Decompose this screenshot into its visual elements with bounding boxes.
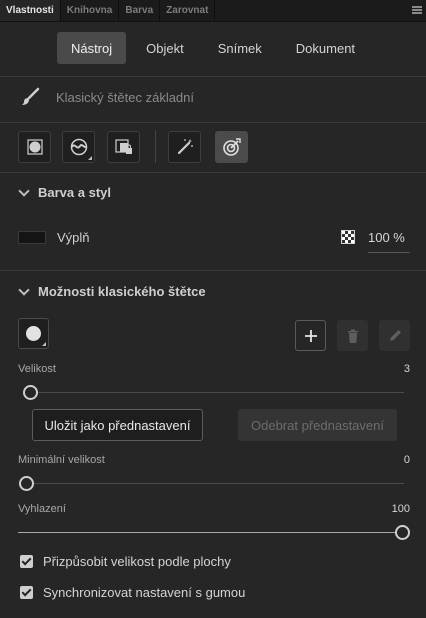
min-size-label: Minimální velikost (18, 454, 105, 466)
divider (0, 270, 426, 271)
magic-wand-icon (177, 139, 193, 155)
sync-eraser-checkbox[interactable] (20, 586, 33, 599)
tab-document[interactable]: Dokument (282, 32, 369, 64)
tool-info: Klasický štětec základní (20, 84, 194, 110)
min-size-slider-track[interactable] (24, 483, 404, 484)
sync-eraser-checkbox-row[interactable]: Synchronizovat nastavení s gumou (20, 585, 245, 600)
smoothing-slider-track[interactable] (18, 532, 398, 533)
lock-fill-icon (114, 139, 132, 154)
fill-color-swatch[interactable] (18, 231, 46, 244)
tab-tool[interactable]: Nástroj (56, 32, 127, 64)
tab-frame[interactable]: Snímek (204, 32, 276, 64)
fit-size-checkbox[interactable] (20, 555, 33, 568)
brush-icon (22, 87, 40, 105)
fill-label: Výplň (57, 230, 90, 245)
object-drawing-mode-button[interactable] (18, 131, 51, 163)
fit-size-label: Přizpůsobit velikost podle plochy (43, 554, 231, 569)
divider (0, 122, 426, 123)
toolbar-divider (155, 130, 156, 163)
pressure-target-icon (222, 138, 241, 156)
tool-name: Klasický štětec základní (56, 89, 195, 105)
size-slider-track[interactable] (24, 392, 404, 393)
chevron-down-icon (18, 283, 30, 296)
panel-menu-icon[interactable] (412, 6, 422, 16)
alpha-checker-icon (341, 230, 355, 244)
min-size-value[interactable]: 0 (404, 454, 410, 466)
section-header-color[interactable]: Barva a styl (18, 184, 111, 200)
divider (0, 172, 426, 173)
smoothing-mode-icon (70, 138, 87, 156)
panel-tab-strip: Vlastnosti Knihovna Barva Zarovnat (0, 0, 426, 22)
save-preset-button[interactable]: Uložit jako přednastavení (32, 409, 203, 441)
panel-tab-properties[interactable]: Vlastnosti (0, 0, 61, 21)
sync-eraser-label: Synchronizovat nastavení s gumou (43, 585, 246, 600)
plus-icon (304, 329, 317, 342)
pressure-button[interactable] (215, 131, 248, 163)
magic-wand-button[interactable] (168, 131, 201, 163)
smoothing-slider-knob[interactable] (395, 525, 410, 540)
size-label: Velikost (18, 363, 56, 375)
chevron-down-icon (18, 184, 30, 197)
main-tabs: Nástroj Objekt Snímek Dokument (0, 32, 426, 64)
panel-tab-library[interactable]: Knihovna (61, 0, 120, 21)
lock-fill-button[interactable] (107, 131, 140, 163)
trash-icon (347, 329, 358, 343)
section-header-brush-options[interactable]: Možnosti klasického štětce (18, 283, 206, 299)
opacity-field[interactable]: 100 % (368, 230, 410, 253)
edit-brush-button[interactable] (379, 320, 410, 351)
section-title: Možnosti klasického štětce (38, 284, 206, 299)
tab-object[interactable]: Objekt (132, 32, 198, 64)
panel-tab-color[interactable]: Barva (119, 0, 161, 21)
smoothing-mode-button[interactable] (62, 131, 95, 163)
smoothing-label: Vyhlazení (18, 503, 66, 515)
smoothing-value[interactable]: 100 (392, 503, 410, 515)
size-slider-knob[interactable] (23, 385, 38, 400)
section-title: Barva a styl (38, 185, 111, 200)
delete-brush-button[interactable] (337, 320, 368, 351)
object-drawing-mode-icon (26, 139, 43, 155)
size-value[interactable]: 3 (404, 363, 410, 375)
min-size-slider-knob[interactable] (19, 476, 34, 491)
remove-preset-button[interactable]: Odebrat přednastavení (238, 409, 397, 441)
pencil-icon (389, 329, 401, 341)
panel-tab-align[interactable]: Zarovnat (160, 0, 216, 21)
add-brush-button[interactable] (295, 320, 326, 351)
divider (0, 76, 426, 77)
fit-size-checkbox-row[interactable]: Přizpůsobit velikost podle plochy (20, 554, 231, 569)
circle-brush-shape-icon (26, 326, 41, 341)
brush-shape-button[interactable] (18, 318, 49, 349)
